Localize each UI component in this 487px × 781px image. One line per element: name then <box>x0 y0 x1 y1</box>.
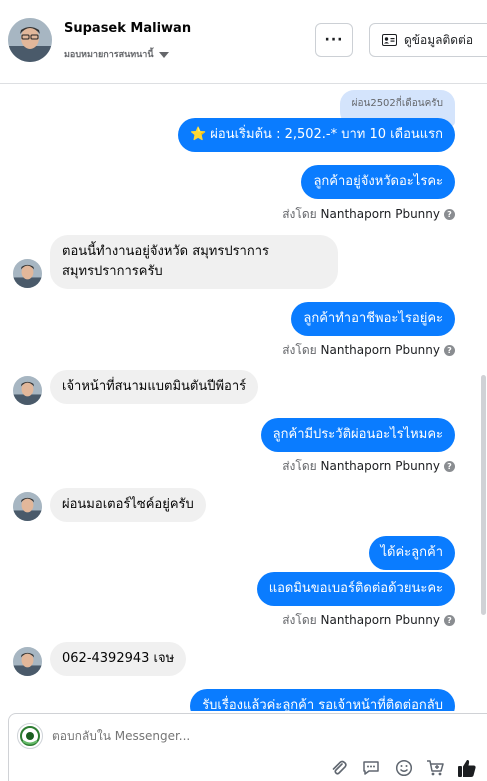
attachment-icon[interactable] <box>329 758 349 778</box>
sent-by-label: ส่งโดย Nanthaporn Pbunny? <box>282 457 455 476</box>
conversation-header: Supasek Maliwan มอบหมายการสนทนานี้ ··· ด… <box>0 0 487 84</box>
sent-by-prefix: ส่งโดย <box>282 459 317 473</box>
view-contact-button[interactable]: ดูข้อมูลติดต่อ <box>369 23 487 57</box>
message-thread[interactable]: ผ่อน2502กี่เดือนครับ ⭐ ผ่อนเริ่มต้น : 2,… <box>0 85 487 711</box>
sent-by-label: ส่งโดย Nanthaporn Pbunny? <box>282 611 455 630</box>
incoming-message[interactable]: 062-4392943 เจษ <box>50 642 187 676</box>
more-icon: ··· <box>324 32 344 48</box>
help-icon[interactable]: ? <box>444 345 455 356</box>
sender-name[interactable]: Nanthaporn Pbunny <box>321 613 440 627</box>
view-contact-label: ดูข้อมูลติดต่อ <box>404 32 474 47</box>
incoming-message[interactable]: ตอนนี้ทำงานอยู่จังหวัด สมุทรปราการ สมุทร… <box>50 235 338 289</box>
assign-conversation-dropdown[interactable]: มอบหมายการสนทนานี้ <box>64 47 169 61</box>
saved-reply-icon[interactable] <box>361 758 381 778</box>
help-icon[interactable]: ? <box>444 461 455 472</box>
outgoing-message[interactable]: ลูกค้าอยู่จังหวัดอะไรคะ <box>301 165 455 199</box>
customer-avatar-small <box>13 259 42 288</box>
cart-icon[interactable] <box>425 758 445 778</box>
assign-label: มอบหมายการสนทนานี้ <box>64 50 154 60</box>
thread-scrollbar[interactable] <box>481 375 486 615</box>
outgoing-message[interactable]: ได้ค่ะลูกค้า <box>368 536 455 570</box>
outgoing-message[interactable]: แอดมินขอเบอร์ติดต่อด้วยนะคะ <box>256 572 455 606</box>
help-icon[interactable]: ? <box>444 209 455 220</box>
like-icon[interactable] <box>457 758 477 778</box>
help-icon[interactable]: ? <box>444 615 455 626</box>
emoji-icon[interactable] <box>394 758 414 778</box>
customer-name[interactable]: Supasek Maliwan <box>64 21 191 36</box>
sent-by-prefix: ส่งโดย <box>282 343 317 357</box>
reply-input[interactable] <box>52 729 432 743</box>
customer-avatar[interactable] <box>8 18 52 62</box>
customer-avatar-small <box>13 647 42 676</box>
incoming-message[interactable]: ผ่อนมอเตอร์ไซค์อยู่ครับ <box>50 488 206 522</box>
caret-down-icon <box>158 51 169 58</box>
sender-name[interactable]: Nanthaporn Pbunny <box>321 207 440 221</box>
customer-avatar-small <box>13 376 42 405</box>
sent-by-label: ส่งโดย Nanthaporn Pbunny? <box>282 341 455 360</box>
incoming-message[interactable]: เจ้าหน้าที่สนามแบตมินตันปีพีอาร์ <box>50 370 259 404</box>
sender-name[interactable]: Nanthaporn Pbunny <box>321 459 440 473</box>
page-avatar <box>17 723 43 749</box>
sent-by-prefix: ส่งโดย <box>282 613 317 627</box>
contact-card-icon <box>382 34 397 46</box>
sent-by-label: ส่งโดย Nanthaporn Pbunny? <box>282 205 455 224</box>
outgoing-message[interactable]: ลูกค้าทำอาชีพอะไรอยู่คะ <box>291 302 455 336</box>
outgoing-message[interactable]: รับเรื่องแล้วค่ะลูกค้า รอเจ้าหน้าที่ติดต… <box>190 689 455 711</box>
outgoing-message[interactable]: ⭐ ผ่อนเริ่มต้น : 2,502.-* บาท 10 เดือนแร… <box>177 118 455 152</box>
more-options-button[interactable]: ··· <box>315 23 353 57</box>
customer-avatar-small <box>13 492 42 521</box>
outgoing-message[interactable]: ลูกค้ามีประวัติผ่อนอะไรไหมคะ <box>260 418 455 452</box>
message-composer <box>8 713 487 781</box>
sender-name[interactable]: Nanthaporn Pbunny <box>321 343 440 357</box>
sent-by-prefix: ส่งโดย <box>282 207 317 221</box>
